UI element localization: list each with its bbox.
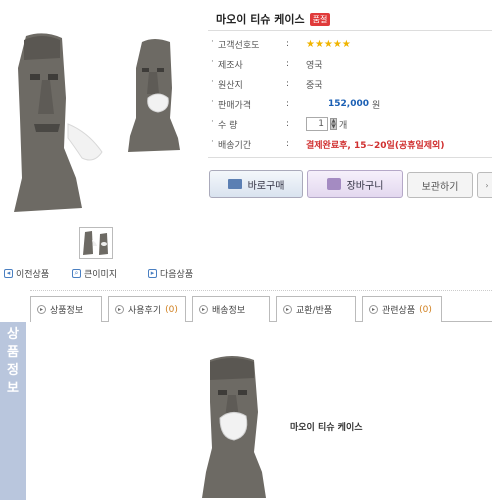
- detail-caption: 마오이 티슈 케이스: [290, 423, 363, 433]
- info-row-price: 판매가격 : 152,000 원: [208, 94, 492, 114]
- tab-reviews[interactable]: ▸ 사용후기 (0): [108, 296, 186, 322]
- info-label: 판매가격: [208, 97, 286, 111]
- tab-bullet-icon: ▸: [37, 305, 46, 314]
- main-product-image[interactable]: [4, 28, 204, 220]
- info-colon: :: [286, 99, 290, 109]
- info-value: 영국: [306, 60, 323, 71]
- tab-count: (0): [419, 304, 432, 315]
- buy-now-button[interactable]: 바로구매: [209, 170, 303, 198]
- tab-label: 배송정보: [212, 306, 246, 316]
- moai-small-figure: [128, 39, 180, 152]
- more-icon: ›: [485, 180, 489, 190]
- sidebar-char: 품: [7, 345, 19, 360]
- info-label: 제조사: [208, 57, 286, 71]
- keep-label: 보관하기: [421, 181, 459, 193]
- info-colon: :: [286, 39, 290, 49]
- tab-label: 상품정보: [50, 306, 84, 316]
- info-colon: :: [286, 79, 290, 89]
- add-to-cart-button[interactable]: 장바구니: [307, 170, 403, 198]
- info-label: 배송기간: [208, 137, 286, 151]
- keep-button[interactable]: 보관하기: [407, 172, 473, 198]
- arrow-left-icon: ◂: [4, 269, 13, 278]
- rating-stars: ★★★★★: [306, 38, 351, 50]
- quantity-unit: 개: [339, 120, 348, 131]
- divider: [30, 290, 492, 291]
- tab-related[interactable]: ▸ 관련상품 (0): [362, 296, 442, 322]
- large-image-link[interactable]: ⌕ 큰이미지: [72, 267, 117, 280]
- tab-bullet-icon: ▸: [199, 305, 208, 314]
- info-row-shipping: 배송기간 : 결제완료후, 15~20일(공휴일제외): [208, 134, 492, 154]
- tab-label: 교환/반품: [296, 306, 333, 316]
- tab-bullet-icon: ▸: [369, 305, 378, 314]
- moai-large-figure: [14, 33, 103, 212]
- quantity-input[interactable]: 1: [306, 117, 328, 131]
- sidebar-char: 보: [7, 381, 19, 396]
- info-row-maker: 제조사 : 영국: [208, 54, 492, 74]
- add-to-cart-label: 장바구니: [346, 180, 384, 192]
- info-label: 수 량: [208, 117, 286, 131]
- price-unit: 원: [372, 100, 381, 111]
- tab-product-info[interactable]: ▸ 상품정보: [30, 296, 102, 322]
- buy-now-label: 바로구매: [247, 180, 285, 192]
- sidebar-char: 상: [7, 327, 19, 342]
- info-value: 중국: [306, 80, 323, 91]
- product-title-text: 마오이 티슈 케이스: [216, 13, 305, 26]
- more-button[interactable]: ›: [477, 172, 492, 198]
- info-row-origin: 원산지 : 중국: [208, 74, 492, 94]
- tab-bullet-icon: ▸: [283, 305, 292, 314]
- detail-product-image: [196, 352, 276, 500]
- info-label: 고객선호도: [208, 37, 286, 51]
- product-info-table: 고객선호도 : ★★★★★ 제조사 : 영국 원산지 : 중국 판매가격 : 1…: [208, 30, 492, 158]
- info-row-quantity: 수 량 : 1 ▲ ▼ 개: [208, 114, 492, 134]
- card-icon: [227, 179, 242, 189]
- prev-product-link[interactable]: ◂ 이전상품: [4, 267, 49, 280]
- sidebar-char: 정: [7, 363, 19, 378]
- info-colon: :: [286, 119, 290, 129]
- shipping-value: 결제완료후, 15~20일(공휴일제외): [306, 140, 445, 151]
- info-label: 원산지: [208, 77, 286, 91]
- soldout-badge: 품절: [309, 12, 331, 26]
- tab-bullet-icon: ▸: [115, 305, 124, 314]
- next-product-link[interactable]: ▸ 다음상품: [148, 267, 193, 280]
- quantity-stepper[interactable]: ▲ ▼: [330, 118, 337, 130]
- info-colon: :: [286, 139, 290, 149]
- magnifier-icon: ⌕: [72, 269, 81, 278]
- tab-exchange-return[interactable]: ▸ 교환/반품: [276, 296, 356, 322]
- quantity-down-icon[interactable]: ▼: [330, 124, 337, 130]
- arrow-right-icon: ▸: [148, 269, 157, 278]
- section-sidebar-label: 상 품 정 보: [0, 322, 26, 500]
- next-product-label: 다음상품: [160, 270, 194, 280]
- product-title: 마오이 티슈 케이스 품절: [216, 11, 331, 27]
- price-value: 152,000: [328, 99, 369, 109]
- tab-label: 사용후기: [128, 306, 162, 316]
- tab-label: 관련상품: [382, 306, 416, 316]
- info-colon: :: [286, 59, 290, 69]
- product-thumbnail[interactable]: [79, 227, 113, 259]
- tab-count: (0): [165, 304, 178, 315]
- detail-tabs: ▸ 상품정보 ▸ 사용후기 (0) ▸ 배송정보 ▸ 교환/반품 ▸ 관련상품 …: [30, 296, 492, 322]
- prev-product-label: 이전상품: [16, 270, 50, 280]
- info-row-preference: 고객선호도 : ★★★★★: [208, 34, 492, 54]
- large-image-label: 큰이미지: [84, 270, 118, 280]
- tab-shipping[interactable]: ▸ 배송정보: [192, 296, 270, 322]
- cart-icon: [326, 178, 341, 190]
